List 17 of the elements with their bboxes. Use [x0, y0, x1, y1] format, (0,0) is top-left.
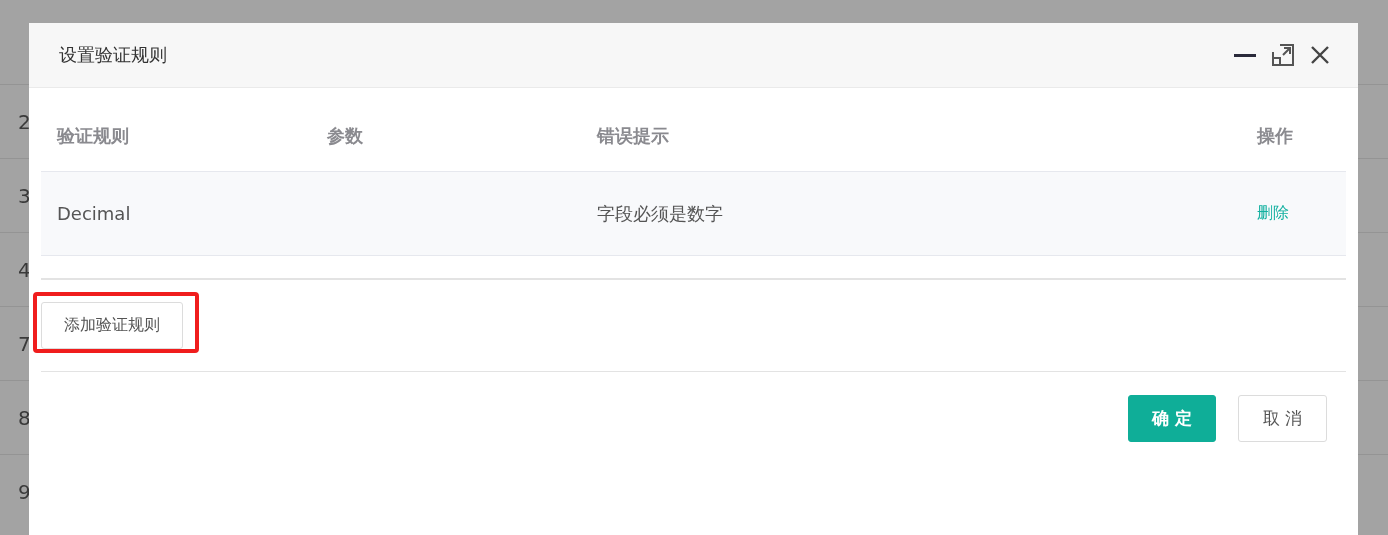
table-cell: 9 [18, 479, 31, 504]
table-cell-text: 字段必须是数字 [596, 201, 724, 226]
maximize-icon[interactable] [1272, 44, 1294, 66]
table-cell: 7 [18, 331, 31, 356]
table-cell: 4 [18, 257, 31, 282]
column-header: 错误提示 [595, 124, 670, 148]
table-cell-text: Decimal [56, 203, 132, 224]
dialog-title: 设置验证规则 [59, 43, 168, 67]
close-icon[interactable] [1310, 45, 1330, 65]
add-rule-button[interactable]: 添加验证规则 [41, 302, 183, 349]
table-cell: 2 [18, 109, 31, 134]
table-cell: 3 [18, 183, 31, 208]
column-header: 操作 [1256, 124, 1294, 148]
column-header: 参数 [326, 124, 364, 148]
column-header: 验证规则 [55, 124, 130, 148]
cancel-button[interactable]: 取 消 [1238, 395, 1327, 442]
table-cell: 8 [18, 405, 31, 430]
